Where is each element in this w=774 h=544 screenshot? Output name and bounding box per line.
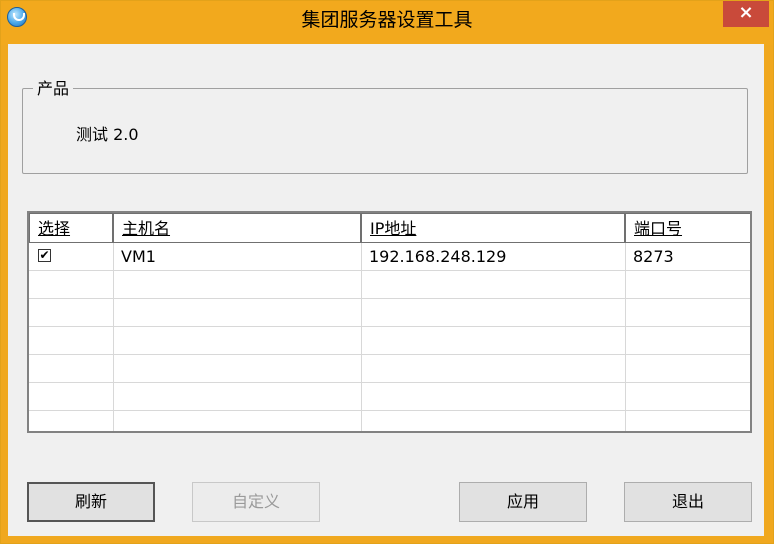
grid-line bbox=[29, 270, 750, 271]
window-title: 集团服务器设置工具 bbox=[301, 9, 473, 31]
grid-line bbox=[29, 298, 750, 299]
apply-button[interactable]: 应用 bbox=[459, 482, 587, 522]
grid-line bbox=[625, 243, 626, 431]
column-header-hostname[interactable]: 主机名 bbox=[113, 213, 361, 243]
product-group-label: 产品 bbox=[33, 75, 74, 99]
server-list-header: 选择 主机名 IP地址 端口号 bbox=[29, 213, 750, 245]
grid-line bbox=[361, 243, 362, 431]
title-bar[interactable]: 集团服务器设置工具 × bbox=[1, 1, 773, 45]
grid-line bbox=[29, 382, 750, 383]
grid-line bbox=[29, 410, 750, 411]
product-value: 测试 2.0 bbox=[76, 125, 139, 144]
column-header-port[interactable]: 端口号 bbox=[625, 213, 750, 243]
row-select-checkbox[interactable]: ✔ bbox=[38, 249, 51, 262]
refresh-button[interactable]: 刷新 bbox=[27, 482, 155, 522]
grid-line bbox=[29, 354, 750, 355]
column-header-ip[interactable]: IP地址 bbox=[361, 213, 625, 243]
port-cell: 8273 bbox=[633, 247, 674, 266]
grid-line bbox=[29, 326, 750, 327]
ip-cell: 192.168.248.129 bbox=[369, 247, 507, 266]
close-button[interactable]: × bbox=[723, 1, 769, 27]
exit-button[interactable]: 退出 bbox=[624, 482, 752, 522]
hostname-cell: VM1 bbox=[121, 247, 156, 266]
grid-line bbox=[113, 243, 114, 431]
server-list[interactable]: 选择 主机名 IP地址 端口号 ✔ VM1 192.168.248.129 82… bbox=[27, 211, 752, 433]
custom-button[interactable]: 自定义 bbox=[192, 482, 320, 522]
table-row[interactable]: ✔ VM1 192.168.248.129 8273 bbox=[29, 243, 750, 270]
column-header-select[interactable]: 选择 bbox=[29, 213, 113, 243]
